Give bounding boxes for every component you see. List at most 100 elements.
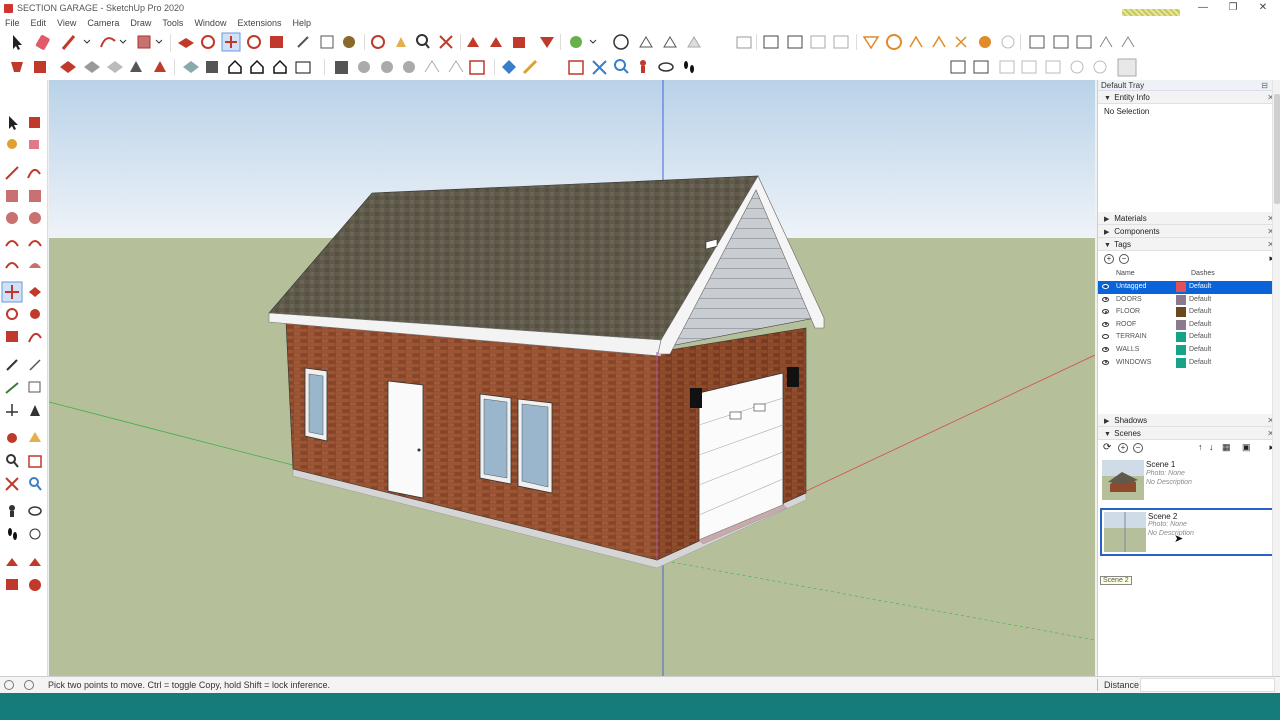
- tag-row[interactable]: WALLS Default: [1098, 344, 1280, 357]
- circle-tool-icon[interactable]: [6, 212, 18, 224]
- restore-button[interactable]: ❐: [1218, 0, 1248, 16]
- settings-gear-icon[interactable]: [1117, 58, 1137, 77]
- offset-tool-icon[interactable]: [28, 332, 42, 343]
- components-header[interactable]: ▶ Components ✕: [1098, 225, 1280, 238]
- tag-color-swatch[interactable]: [1176, 282, 1186, 292]
- tag-color-swatch[interactable]: [1176, 307, 1186, 318]
- materials-header[interactable]: ▶ Materials ✕: [1098, 212, 1280, 225]
- solid-union-icon[interactable]: [1029, 35, 1045, 49]
- tag-row[interactable]: ROOF Default: [1098, 319, 1280, 332]
- tag-color-swatch[interactable]: [1176, 319, 1186, 330]
- freehand-tool-icon[interactable]: [27, 168, 41, 179]
- tape-measure-icon[interactable]: [297, 36, 309, 48]
- menu-draw[interactable]: Draw: [125, 18, 157, 28]
- 3d-text-tool-icon[interactable]: [30, 405, 40, 416]
- warehouse-icon[interactable]: [467, 37, 479, 47]
- solid-subtract-icon[interactable]: [1076, 35, 1092, 49]
- right-view-icon[interactable]: [833, 35, 849, 49]
- push-pull-tool-icon[interactable]: [29, 287, 41, 297]
- solid-trim-icon[interactable]: [1099, 36, 1113, 48]
- pin-icon[interactable]: ⊟: [1261, 80, 1268, 91]
- shaded-icon[interactable]: [687, 36, 701, 48]
- eraser-icon[interactable]: [35, 34, 50, 50]
- view-options-icon[interactable]: ▦: [1222, 442, 1231, 453]
- tag-dashes[interactable]: Default: [1189, 359, 1211, 366]
- scale-icon[interactable]: [270, 36, 283, 48]
- grid-red-icon[interactable]: [469, 60, 485, 75]
- search-icon[interactable]: [614, 59, 629, 74]
- iso-view-icon[interactable]: [763, 35, 779, 49]
- scatter-icon[interactable]: [381, 61, 393, 73]
- orbit-icon[interactable]: [371, 35, 385, 49]
- camera-1-icon[interactable]: [999, 60, 1015, 74]
- protractor-tool-icon[interactable]: [5, 382, 19, 394]
- sandbox-smoove-icon[interactable]: [979, 36, 991, 48]
- rotate-icon[interactable]: [247, 35, 261, 49]
- sandbox-grid-icon[interactable]: [1001, 35, 1015, 49]
- position-camera-icon[interactable]: [9, 505, 15, 517]
- house-outline-icon[interactable]: [273, 59, 287, 74]
- tags-header[interactable]: ▼ Tags ✕: [1098, 238, 1280, 251]
- tag-name[interactable]: FLOOR: [1116, 308, 1140, 315]
- zoom-extents-icon[interactable]: [439, 35, 453, 49]
- menu-extensions[interactable]: Extensions: [232, 18, 287, 28]
- component-options-icon[interactable]: [206, 61, 218, 73]
- move-tool-icon[interactable]: [1, 281, 23, 303]
- tag-name[interactable]: DOORS: [1116, 296, 1142, 303]
- tag-name[interactable]: ROOF: [1116, 321, 1136, 328]
- visibility-eye-icon[interactable]: [1102, 296, 1109, 302]
- tag-color-swatch[interactable]: [1176, 357, 1186, 368]
- triangle-icon[interactable]: [424, 60, 440, 73]
- menu-edit[interactable]: Edit: [26, 18, 53, 28]
- minimize-button[interactable]: —: [1188, 0, 1218, 16]
- show-thumbnails-icon[interactable]: ▣: [1242, 442, 1251, 453]
- person-icon[interactable]: [640, 60, 646, 73]
- tag-color-swatch[interactable]: [1176, 344, 1186, 355]
- visibility-eye-icon[interactable]: [1102, 346, 1109, 352]
- tag-row[interactable]: TERRAIN Default: [1098, 331, 1280, 344]
- front-view-icon[interactable]: [810, 35, 826, 49]
- cross-icon[interactable]: [592, 60, 607, 75]
- remove-tag-icon[interactable]: −: [1119, 254, 1129, 264]
- orbit-tool-icon[interactable]: [7, 433, 17, 443]
- house-icon[interactable]: [228, 59, 242, 74]
- close-button[interactable]: ✕: [1248, 0, 1278, 16]
- menu-file[interactable]: File: [0, 18, 26, 28]
- visibility-eye-icon[interactable]: [1102, 309, 1109, 315]
- tag-row[interactable]: DOORS Default: [1098, 294, 1280, 307]
- push-pull-2-icon[interactable]: [183, 61, 199, 73]
- diamond-icon[interactable]: [502, 60, 516, 74]
- rectangle-tool-icon[interactable]: [137, 35, 163, 49]
- menu-camera[interactable]: Camera: [82, 18, 125, 28]
- tag-dashes[interactable]: Default: [1189, 321, 1211, 328]
- tags-col-name[interactable]: Name: [1116, 270, 1135, 277]
- follow-me-tool-icon[interactable]: [30, 309, 40, 319]
- line-tool-icon[interactable]: [5, 166, 19, 180]
- zoom-icon[interactable]: [416, 34, 430, 49]
- sandbox-flip-icon[interactable]: [955, 36, 967, 48]
- tag-row[interactable]: FLOOR Default: [1098, 306, 1280, 319]
- add-tag-icon[interactable]: +: [1104, 254, 1114, 264]
- axes-tool-icon[interactable]: [6, 404, 18, 416]
- footprints-icon[interactable]: [684, 61, 694, 73]
- rectangle-tool-icon-2[interactable]: [6, 190, 18, 202]
- rotate-view-icon[interactable]: [358, 61, 370, 73]
- dimension-tool-icon[interactable]: [29, 359, 41, 371]
- follow-me-icon[interactable]: [201, 35, 215, 49]
- arc-tool-icon[interactable]: [100, 37, 127, 48]
- model-viewport[interactable]: [49, 80, 1095, 676]
- outliner-icon[interactable]: [130, 61, 142, 72]
- tag-dashes[interactable]: Default: [1189, 308, 1211, 315]
- zoom-window-tool-icon[interactable]: [28, 455, 42, 468]
- warehouse-tool-icon[interactable]: [6, 558, 18, 566]
- push-pull-icon[interactable]: [178, 38, 194, 48]
- tag-dashes[interactable]: Default: [1189, 296, 1211, 303]
- update-scene-icon[interactable]: ⟳: [1103, 442, 1111, 453]
- tag-name[interactable]: Untagged: [1116, 283, 1146, 290]
- arc-tool-icon-2[interactable]: [5, 240, 19, 247]
- sandbox-icon[interactable]: [862, 36, 880, 50]
- select-tool-icon[interactable]: [9, 116, 18, 130]
- paint-bucket-icon[interactable]: [343, 36, 355, 48]
- styles-panel-icon[interactable]: [84, 61, 100, 73]
- camera-3-icon[interactable]: [1045, 60, 1061, 74]
